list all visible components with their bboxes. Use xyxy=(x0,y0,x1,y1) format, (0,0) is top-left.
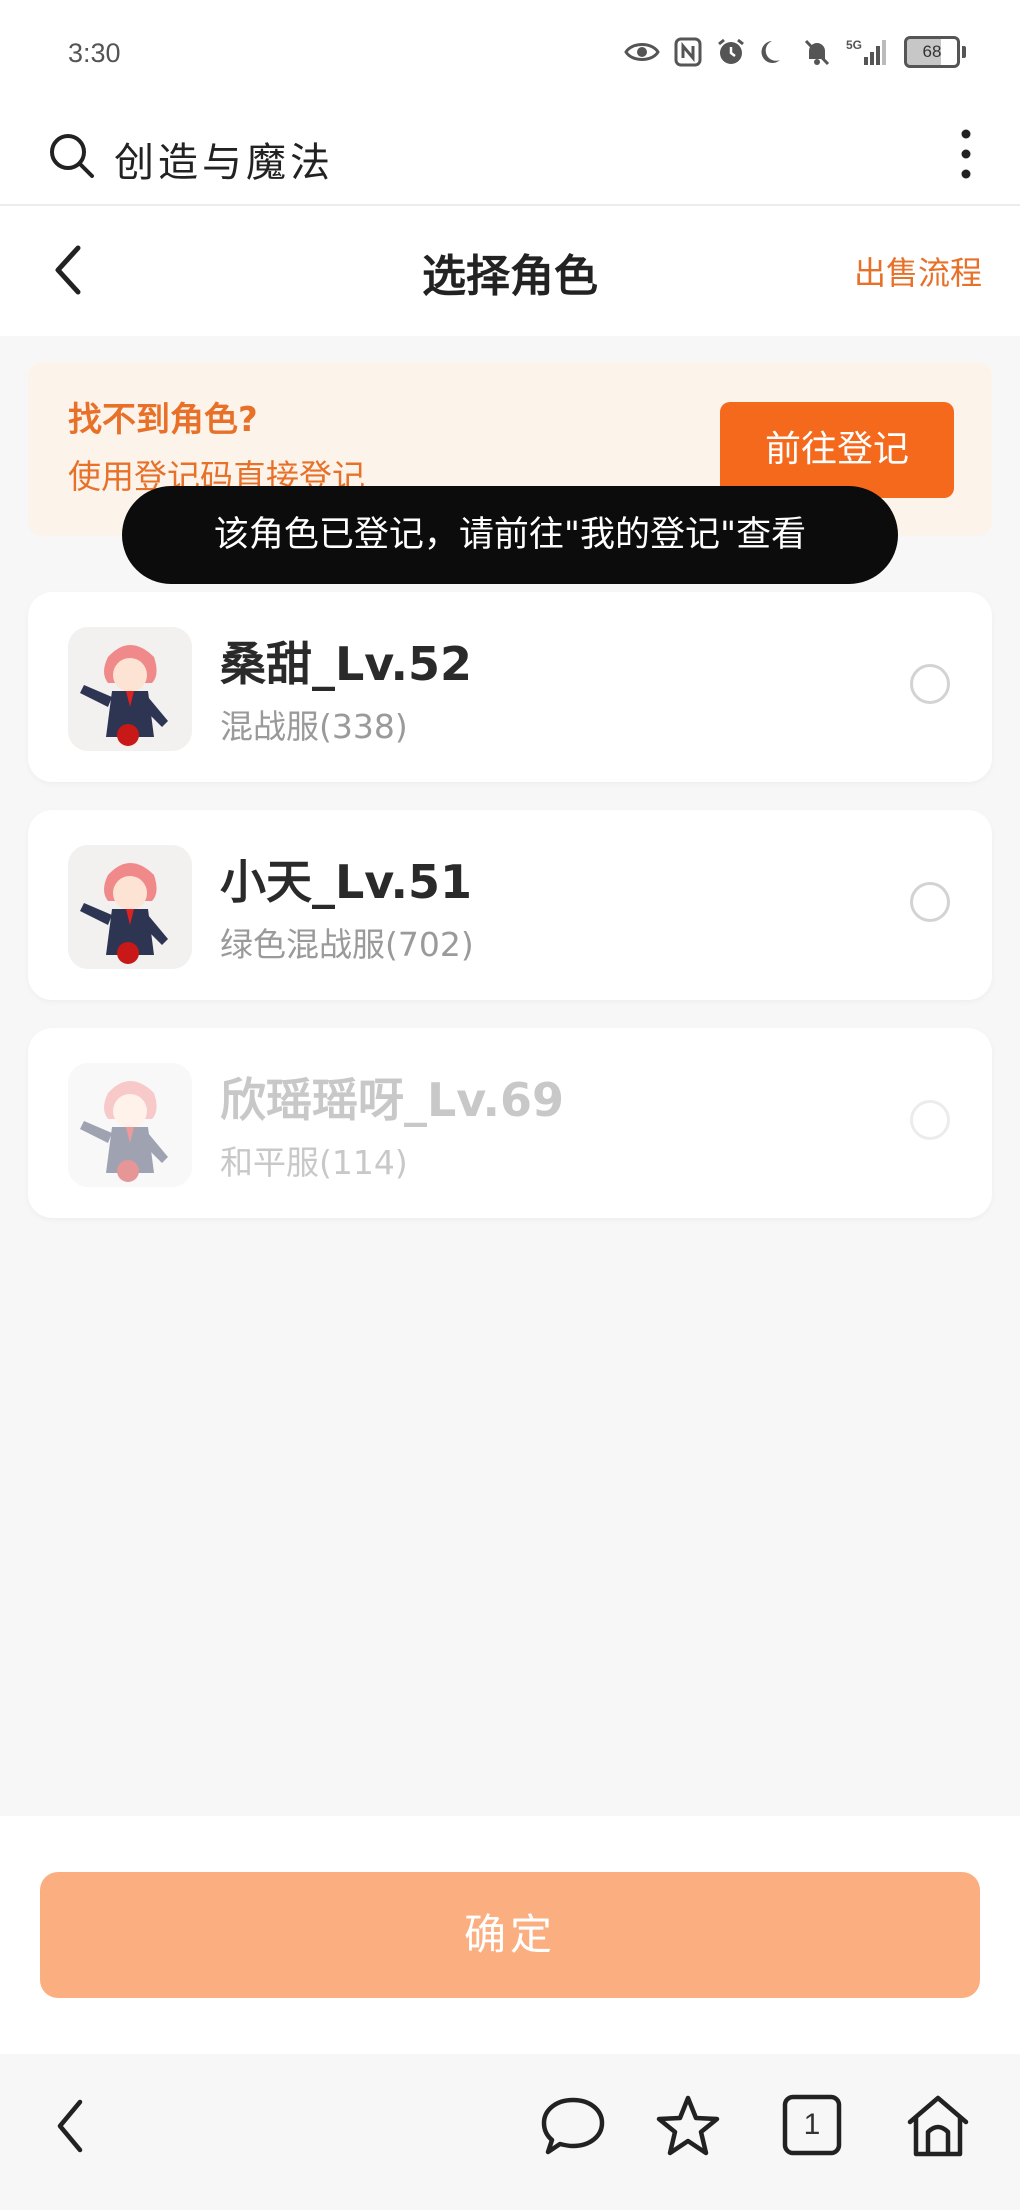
status-time: 3:30 xyxy=(68,38,121,68)
character-card[interactable]: 小天_Lv.51 绿色混战服(702) xyxy=(28,810,992,1000)
star-icon[interactable] xyxy=(656,2094,720,2158)
mute-bell-icon xyxy=(804,39,830,66)
character-avatar-image xyxy=(68,627,192,751)
status-bar: 3:30 5G 68 xyxy=(0,0,1020,110)
character-server: 混战服(338) xyxy=(220,707,408,746)
select-radio[interactable] xyxy=(910,882,950,922)
comment-icon[interactable] xyxy=(540,2094,606,2158)
home-icon[interactable] xyxy=(904,2094,972,2158)
more-vertical-icon[interactable] xyxy=(958,124,974,184)
character-name: 桑甜_Lv.52 xyxy=(220,637,473,691)
character-card[interactable]: 桑甜_Lv.52 混战服(338) xyxy=(28,592,992,782)
back-icon[interactable] xyxy=(50,2094,90,2158)
go-register-button[interactable]: 前往登记 xyxy=(720,402,954,498)
search-query[interactable]: 创造与魔法 xyxy=(114,130,334,188)
browser-search-bar[interactable]: 创造与魔法 xyxy=(0,110,1020,206)
search-icon[interactable] xyxy=(46,130,98,182)
character-avatar-image xyxy=(68,845,192,969)
sell-process-link[interactable]: 出售流程 xyxy=(854,248,982,294)
svg-text:5G: 5G xyxy=(846,38,862,52)
select-radio[interactable] xyxy=(910,664,950,704)
battery-icon: 68 xyxy=(904,36,966,68)
notice-title: 找不到角色? xyxy=(68,400,258,440)
character-name: 欣瑶瑶呀_Lv.69 xyxy=(220,1073,565,1127)
character-server: 和平服(114) xyxy=(220,1143,408,1182)
browser-toolbar: 1 xyxy=(0,2054,1020,2210)
alarm-icon xyxy=(718,38,744,64)
character-server: 绿色混战服(702) xyxy=(220,925,474,964)
character-avatar-image xyxy=(68,1063,192,1187)
bottom-action-area: 确定 xyxy=(0,1816,1020,2054)
character-avatar xyxy=(68,1063,192,1187)
character-avatar xyxy=(68,845,192,969)
select-radio xyxy=(910,1100,950,1140)
moon-icon xyxy=(761,41,780,63)
character-card-disabled: 欣瑶瑶呀_Lv.69 和平服(114) xyxy=(28,1028,992,1218)
tab-count: 1 xyxy=(803,2108,821,2141)
eye-icon xyxy=(624,43,660,61)
status-icons: 5G 68 xyxy=(624,36,966,68)
toast-message: 该角色已登记，请前往"我的登记"查看 xyxy=(122,486,898,584)
confirm-button[interactable]: 确定 xyxy=(40,1872,980,1998)
tabs-button[interactable]: 1 xyxy=(782,2094,842,2156)
battery-level: 68 xyxy=(922,42,942,61)
character-avatar xyxy=(68,627,192,751)
nfc-icon xyxy=(674,37,702,67)
character-name: 小天_Lv.51 xyxy=(220,855,473,909)
nav-bar: 选择角色 出售流程 xyxy=(0,206,1020,336)
signal-5g-icon: 5G xyxy=(846,38,886,65)
